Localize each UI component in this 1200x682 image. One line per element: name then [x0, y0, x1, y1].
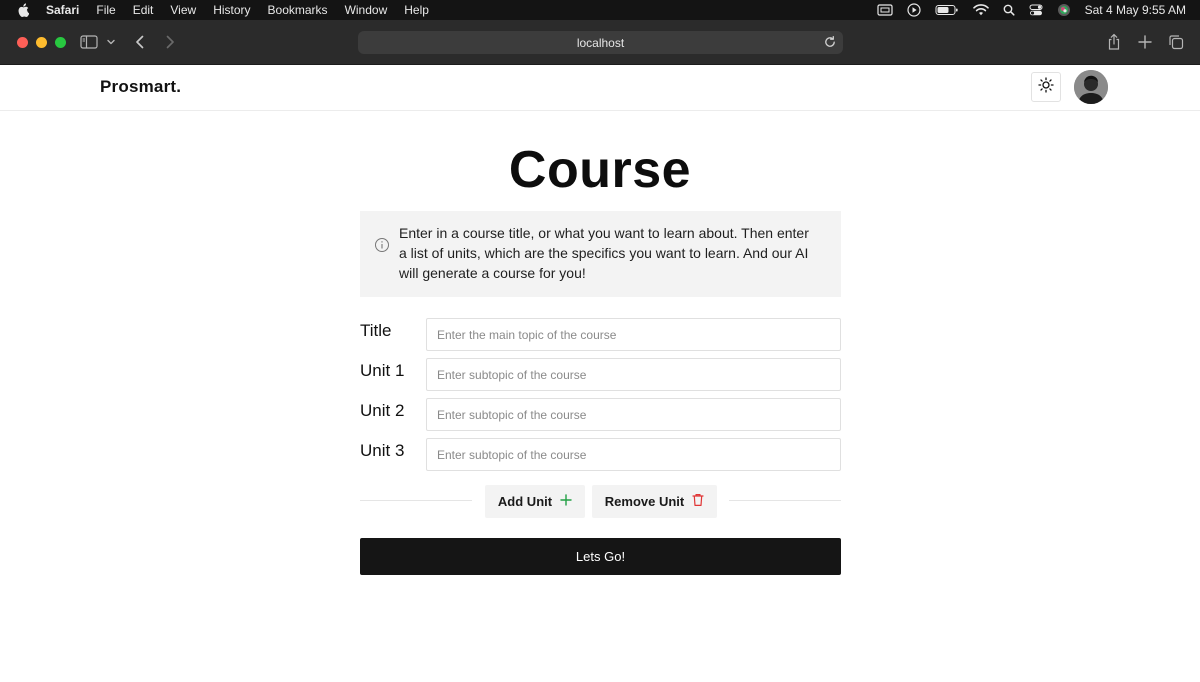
remove-unit-button[interactable]: Remove Unit	[592, 485, 717, 518]
menu-window[interactable]: Window	[345, 3, 388, 17]
title-input[interactable]	[426, 318, 841, 351]
lets-go-button[interactable]: Lets Go!	[360, 538, 841, 575]
wifi-icon[interactable]	[972, 0, 989, 20]
page-title: Course	[508, 141, 692, 199]
menu-bar: Safari File Edit View History Bookmarks …	[0, 0, 1200, 20]
battery-icon[interactable]	[935, 0, 959, 20]
site-navbar: Prosmart.	[0, 65, 1200, 111]
field-row-unit-2: Unit 2	[360, 398, 841, 432]
play-icon[interactable]	[907, 0, 921, 20]
add-unit-button[interactable]: Add Unit	[485, 485, 585, 518]
share-icon[interactable]	[1107, 32, 1121, 52]
menu-help[interactable]: Help	[404, 3, 429, 17]
unit-2-label: Unit 2	[360, 401, 405, 420]
menu-edit[interactable]: Edit	[133, 3, 154, 17]
info-icon	[374, 237, 390, 258]
info-text: Enter in a course title, or what you wan…	[399, 225, 809, 281]
minimize-window-button[interactable]	[36, 37, 47, 48]
field-row-title: Title	[360, 318, 841, 352]
brand-logo[interactable]: Prosmart.	[100, 77, 181, 97]
siri-icon[interactable]	[1057, 0, 1071, 20]
menubar-clock[interactable]: Sat 4 May 9:55 AM	[1085, 3, 1186, 17]
address-text: localhost	[576, 35, 625, 50]
plus-icon	[560, 494, 572, 509]
menu-file[interactable]: File	[96, 3, 115, 17]
theme-toggle-button[interactable]	[1031, 72, 1061, 102]
remove-unit-label: Remove Unit	[604, 494, 685, 509]
sidebar-icon[interactable]	[80, 32, 98, 52]
chevron-down-icon[interactable]	[106, 32, 116, 52]
back-icon[interactable]	[134, 32, 146, 52]
unit-1-label: Unit 1	[360, 361, 405, 380]
zoom-window-button[interactable]	[55, 37, 66, 48]
window-controls	[17, 37, 66, 48]
unit-1-input[interactable]	[426, 358, 841, 391]
sun-icon	[1038, 76, 1054, 98]
menu-view[interactable]: View	[170, 3, 196, 17]
unit-2-input[interactable]	[426, 398, 841, 431]
menu-app-safari[interactable]: Safari	[46, 3, 79, 17]
divider-left	[360, 500, 472, 501]
reload-icon[interactable]	[823, 35, 837, 52]
field-row-unit-3: Unit 3	[360, 438, 841, 472]
search-icon[interactable]	[1003, 0, 1015, 20]
close-window-button[interactable]	[17, 37, 28, 48]
menu-history[interactable]: History	[213, 3, 250, 17]
lets-go-label: Lets Go!	[575, 549, 626, 564]
user-avatar[interactable]	[1074, 70, 1108, 104]
unit-3-input[interactable]	[426, 438, 841, 471]
unit-3-label: Unit 3	[360, 441, 405, 460]
menu-bookmarks[interactable]: Bookmarks	[268, 3, 328, 17]
apple-icon[interactable]	[16, 3, 30, 17]
address-bar[interactable]: localhost	[358, 31, 843, 54]
control-center-icon[interactable]	[1029, 0, 1043, 20]
divider-right	[729, 500, 841, 501]
info-callout: Enter in a course title, or what you wan…	[360, 211, 841, 297]
forward-icon[interactable]	[164, 32, 176, 52]
tab-overview-icon[interactable]	[1168, 32, 1184, 52]
trash-icon	[692, 493, 704, 510]
new-tab-icon[interactable]	[1138, 32, 1152, 52]
field-row-unit-1: Unit 1	[360, 358, 841, 392]
add-unit-label: Add Unit	[497, 494, 553, 509]
browser-toolbar: localhost	[0, 20, 1200, 65]
title-label: Title	[360, 321, 392, 340]
display-icon[interactable]	[877, 0, 893, 20]
